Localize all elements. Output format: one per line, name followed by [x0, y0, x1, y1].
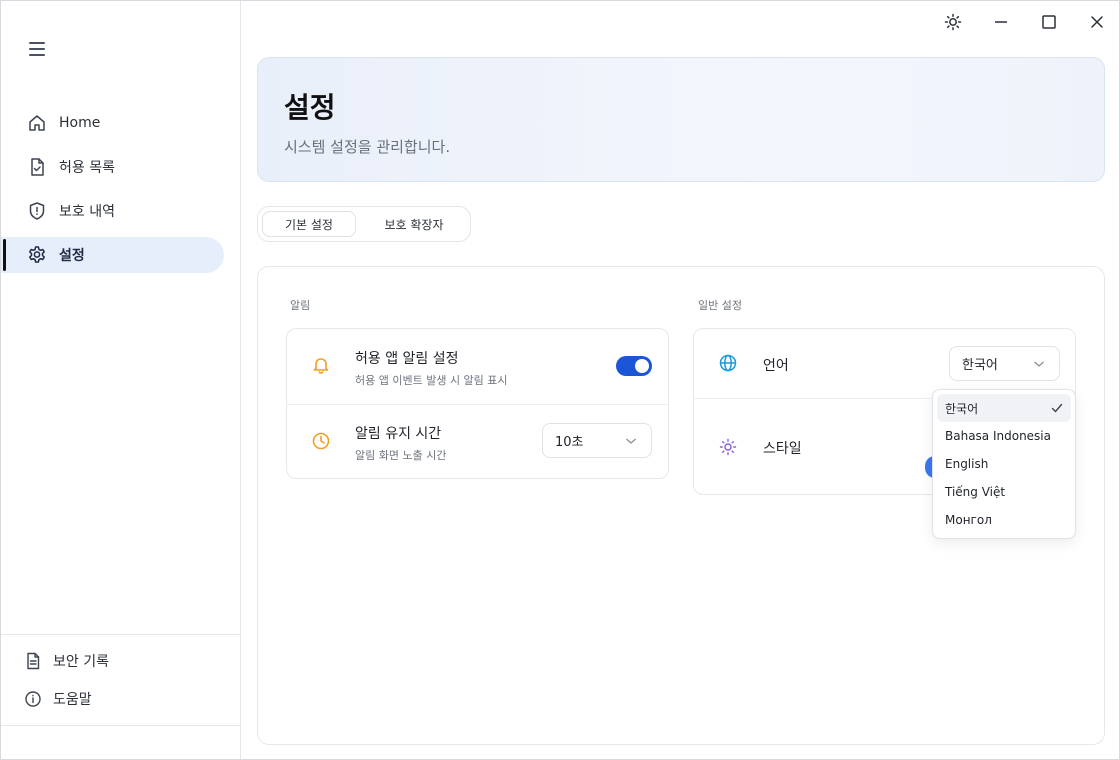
- notification-toggle[interactable]: [616, 356, 652, 376]
- close-icon[interactable]: [1086, 11, 1108, 33]
- document-icon: [27, 652, 40, 670]
- check-icon: [1051, 403, 1063, 413]
- sidebar-nav: Home 허용 목록 보호 내역 설정: [1, 105, 240, 281]
- maximize-icon[interactable]: [1038, 11, 1060, 33]
- style-title: 스타일: [763, 441, 802, 457]
- sidebar-item-label: Home: [59, 115, 101, 131]
- tab-basic-settings[interactable]: 기본 설정: [262, 211, 356, 237]
- sidebar-footer: 보안 기록 도움말: [1, 634, 240, 726]
- chevron-down-icon: [1034, 361, 1044, 367]
- notifications-group: 허용 앱 알림 설정 허용 앱 이벤트 발생 시 알림 표시 알림 유지 시간 …: [286, 328, 669, 479]
- notification-duration-desc: 알림 화면 노출 시간: [355, 449, 447, 462]
- language-option[interactable]: Bahasa Indonesia: [937, 422, 1071, 450]
- language-option[interactable]: 한국어: [937, 394, 1071, 422]
- chevron-down-icon: [626, 438, 636, 444]
- notification-duration-title: 알림 유지 시간: [355, 426, 442, 442]
- duration-select-value: 10초: [555, 435, 584, 450]
- minimize-icon[interactable]: [990, 11, 1012, 33]
- sidebar-item-protection-history[interactable]: 보호 내역: [1, 193, 224, 229]
- section-label-general: 일반 설정: [698, 299, 742, 312]
- sidebar-item-home[interactable]: Home: [1, 105, 224, 141]
- notification-duration-row: 알림 유지 시간 알림 화면 노출 시간 10초: [287, 405, 668, 479]
- language-option-label: Bahasa Indonesia: [945, 429, 1051, 443]
- language-option[interactable]: Монгол: [937, 506, 1071, 534]
- sidebar-item-allowlist[interactable]: 허용 목록: [1, 149, 224, 185]
- home-icon: [29, 115, 45, 131]
- page-subtitle: 시스템 설정을 관리합니다.: [284, 138, 451, 156]
- sidebar-item-help[interactable]: 도움말: [1, 680, 240, 718]
- page-header: 설정 시스템 설정을 관리합니다.: [257, 57, 1105, 182]
- sun-icon: [719, 438, 737, 456]
- clock-icon: [312, 432, 330, 450]
- duration-select[interactable]: 10초: [542, 423, 652, 458]
- hamburger-menu-icon[interactable]: [27, 39, 47, 59]
- sidebar: Home 허용 목록 보호 내역 설정 보안 기록 도움말: [1, 1, 241, 759]
- bell-icon: [313, 358, 329, 374]
- sidebar-item-security-log[interactable]: 보안 기록: [1, 642, 240, 680]
- language-row: 언어 한국어: [694, 329, 1075, 398]
- language-option-label: Tiếng Việt: [945, 485, 1006, 499]
- settings-tabs: 기본 설정 보호 확장자: [257, 206, 471, 242]
- language-title: 언어: [763, 358, 789, 374]
- globe-icon: [719, 354, 737, 372]
- section-label-notifications: 알림: [290, 299, 311, 312]
- language-option-label: English: [945, 457, 989, 471]
- language-option-label: 한국어: [945, 401, 979, 416]
- language-dropdown: 한국어 Bahasa Indonesia English Tiếng Việt …: [932, 389, 1076, 539]
- sidebar-item-label: 보안 기록: [53, 654, 109, 670]
- sidebar-item-label: 도움말: [53, 692, 92, 708]
- language-select-value: 한국어: [962, 358, 998, 373]
- sidebar-item-label: 보호 내역: [59, 204, 115, 220]
- app-window: Home 허용 목록 보호 내역 설정 보안 기록 도움말 설정 시스템 설정을…: [0, 0, 1120, 760]
- sidebar-item-label: 허용 목록: [59, 160, 115, 176]
- notification-setting-title: 허용 앱 알림 설정: [355, 351, 459, 367]
- language-option[interactable]: Tiếng Việt: [937, 478, 1071, 506]
- file-check-icon: [31, 158, 44, 176]
- notification-setting-desc: 허용 앱 이벤트 발생 시 알림 표시: [355, 374, 508, 387]
- tab-protected-extensions[interactable]: 보호 확장자: [368, 211, 460, 237]
- sidebar-item-label: 설정: [59, 248, 85, 264]
- language-option-label: Монгол: [945, 513, 992, 527]
- shield-alert-icon: [29, 202, 45, 220]
- theme-toggle-icon[interactable]: [942, 11, 964, 33]
- language-select[interactable]: 한국어: [949, 346, 1060, 381]
- page-title: 설정: [284, 91, 336, 124]
- notification-toggle-row: 허용 앱 알림 설정 허용 앱 이벤트 발생 시 알림 표시: [287, 329, 668, 404]
- language-option[interactable]: English: [937, 450, 1071, 478]
- sidebar-item-settings[interactable]: 설정: [1, 237, 224, 273]
- gear-icon: [29, 246, 45, 263]
- info-icon: [25, 691, 41, 707]
- toggle-knob: [635, 359, 649, 373]
